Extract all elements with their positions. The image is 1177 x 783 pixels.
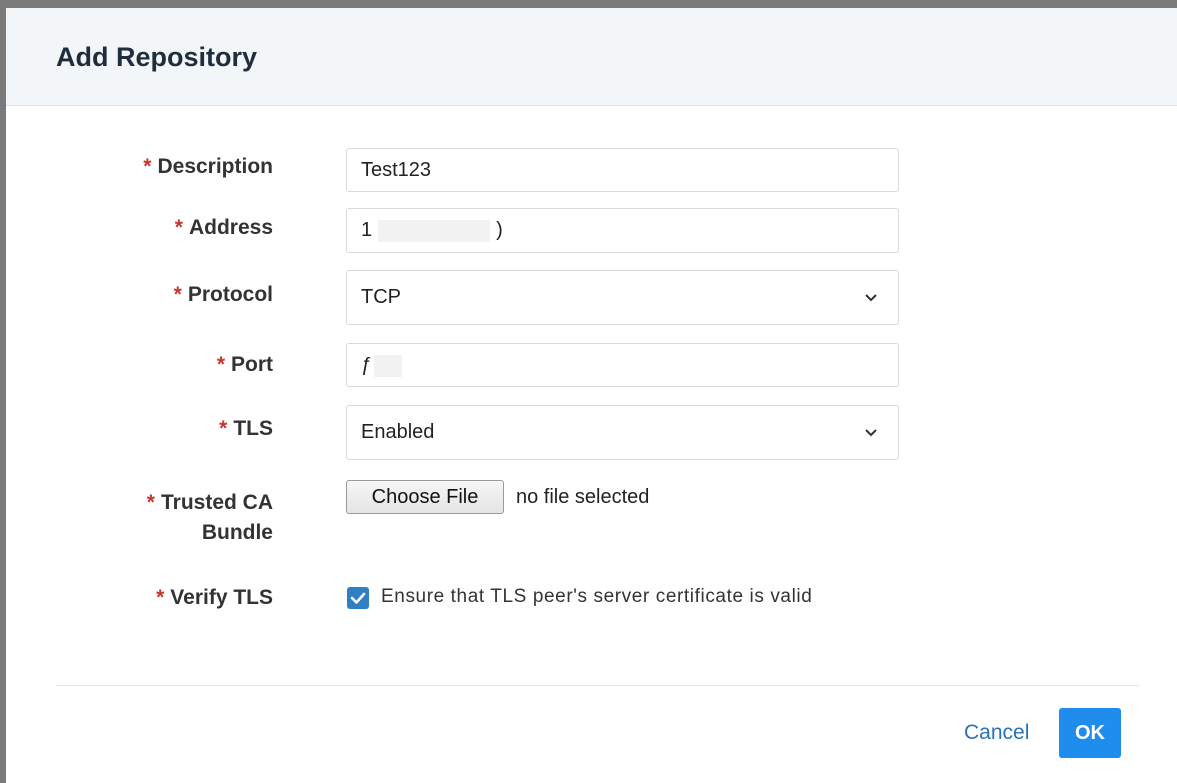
verify-tls-description: Ensure that TLS peer's server certificat… bbox=[381, 586, 813, 607]
address-input[interactable]: 1) bbox=[346, 208, 899, 253]
dialog-header: Add Repository bbox=[6, 8, 1177, 106]
description-label: * Description bbox=[143, 155, 273, 178]
dialog-title: Add Repository bbox=[56, 42, 258, 72]
redacted-mask bbox=[378, 219, 491, 242]
cancel-button[interactable]: Cancel bbox=[964, 718, 1029, 748]
address-label: * Address bbox=[174, 216, 273, 239]
add-repository-dialog: Add Repository * Description Test123 * Add… bbox=[6, 8, 1177, 783]
protocol-select[interactable]: TCP bbox=[346, 270, 899, 325]
ok-button[interactable]: OK bbox=[1059, 708, 1121, 758]
required-marker: * bbox=[216, 353, 225, 376]
chevron-down-icon bbox=[865, 293, 877, 301]
choose-file-button[interactable]: Choose File bbox=[346, 480, 504, 514]
protocol-label: * Protocol bbox=[173, 283, 273, 306]
required-marker: * bbox=[156, 586, 165, 609]
redacted-mask bbox=[374, 354, 403, 377]
required-marker: * bbox=[143, 155, 152, 178]
required-marker: * bbox=[173, 283, 182, 306]
file-status-text: no file selected bbox=[516, 486, 650, 508]
tls-select[interactable]: Enabled bbox=[346, 405, 899, 460]
port-label: * Port bbox=[216, 353, 273, 376]
ca-bundle-label: * Trusted CA Bundle bbox=[146, 491, 273, 544]
verify-tls-label: * Verify TLS bbox=[156, 586, 273, 609]
port-input[interactable]: ƒ bbox=[346, 343, 899, 387]
verify-tls-checkbox[interactable] bbox=[347, 587, 369, 609]
chevron-down-icon bbox=[865, 428, 877, 436]
required-marker: * bbox=[146, 491, 155, 514]
tls-label: * TLS bbox=[219, 417, 273, 440]
footer-divider bbox=[56, 685, 1139, 686]
description-input[interactable]: Test123 bbox=[346, 148, 899, 192]
required-marker: * bbox=[219, 417, 228, 440]
checkmark-icon bbox=[350, 592, 366, 604]
window-frame-top bbox=[0, 0, 1177, 8]
required-marker: * bbox=[174, 216, 183, 239]
